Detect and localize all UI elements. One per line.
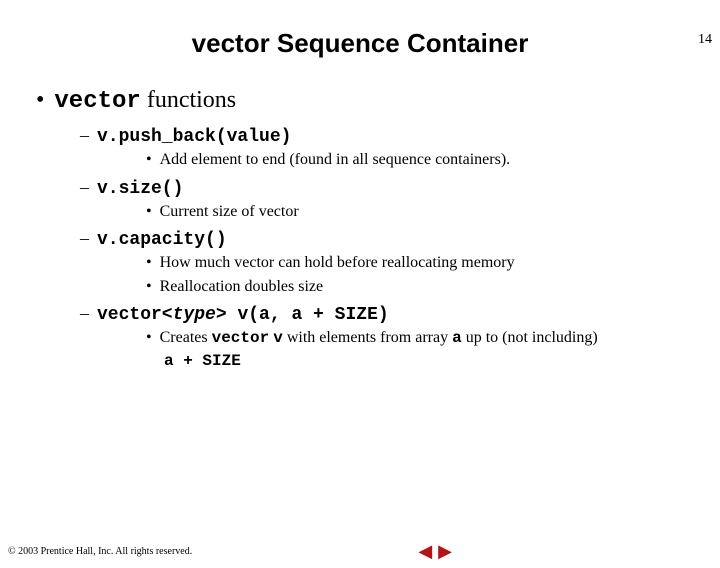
- page-number: 14: [698, 32, 712, 48]
- copyright: © 2003 Prentice Hall, Inc. All rights re…: [8, 546, 418, 557]
- l2-code-type: type: [173, 305, 216, 325]
- l3-text: Reallocation doubles size: [160, 278, 324, 295]
- l3-mid: with elements from array: [283, 329, 452, 346]
- bullet-dot: •: [146, 329, 152, 346]
- bullet-level2: –v.size(): [80, 177, 700, 199]
- l2-code-post: > v(a, a + SIZE): [216, 305, 389, 325]
- prev-arrow-icon[interactable]: ◀: [418, 542, 432, 560]
- bullet-level2: –v.push_back(value): [80, 125, 700, 147]
- bullet-dot: •: [146, 203, 152, 220]
- bullet-level3: • How much vector can hold before realloc…: [146, 252, 700, 274]
- bullet-dot: •: [146, 254, 152, 271]
- slide-title: vector Sequence Container: [0, 28, 720, 59]
- l2-code: v.size(): [97, 179, 183, 199]
- l3-text: Add element to end (found in all sequenc…: [160, 151, 511, 168]
- l3-text: Current size of vector: [160, 203, 299, 220]
- l3-text: How much vector can hold before realloca…: [160, 254, 515, 271]
- l2-code: v.push_back(value): [97, 127, 291, 147]
- dash: –: [80, 177, 89, 197]
- nav-arrows: ◀ ▶: [418, 542, 452, 560]
- l3-mono: a: [452, 329, 462, 347]
- dash: –: [80, 228, 89, 248]
- bullet-level3: • Reallocation doubles size: [146, 276, 700, 298]
- bullet-level3: • Creates vector v with elements from arr…: [146, 327, 700, 372]
- l3-pre: Creates: [160, 329, 212, 346]
- bullet-level3: • Add element to end (found in all sequen…: [146, 149, 700, 171]
- bullet-dot: •: [146, 151, 152, 168]
- dash: –: [80, 125, 89, 145]
- bullet-level1: • vector functions: [36, 87, 700, 115]
- bullet-dot: •: [146, 278, 152, 295]
- slide-content: •vector functions –v.push_back(value) •A…: [0, 87, 720, 373]
- l2-code-pre: vector<: [97, 305, 173, 325]
- l3-mono: vector: [212, 329, 270, 347]
- l3-mono: v: [273, 329, 283, 347]
- dash: –: [80, 303, 89, 323]
- l1-code: vector: [54, 88, 140, 115]
- bullet-level3: • Current size of vector: [146, 201, 700, 223]
- footer: © 2003 Prentice Hall, Inc. All rights re…: [8, 542, 712, 560]
- next-arrow-icon[interactable]: ▶: [438, 542, 452, 560]
- l1-rest: functions: [141, 87, 236, 113]
- bullet-dot: •: [36, 87, 44, 113]
- bullet-level2: –vector<type> v(a, a + SIZE): [80, 303, 700, 325]
- l2-code: v.capacity(): [97, 230, 227, 250]
- l3-mono-wrap: a + SIZE: [164, 352, 241, 370]
- l3-mid: up to (not including): [462, 329, 598, 346]
- bullet-level2: –v.capacity(): [80, 228, 700, 250]
